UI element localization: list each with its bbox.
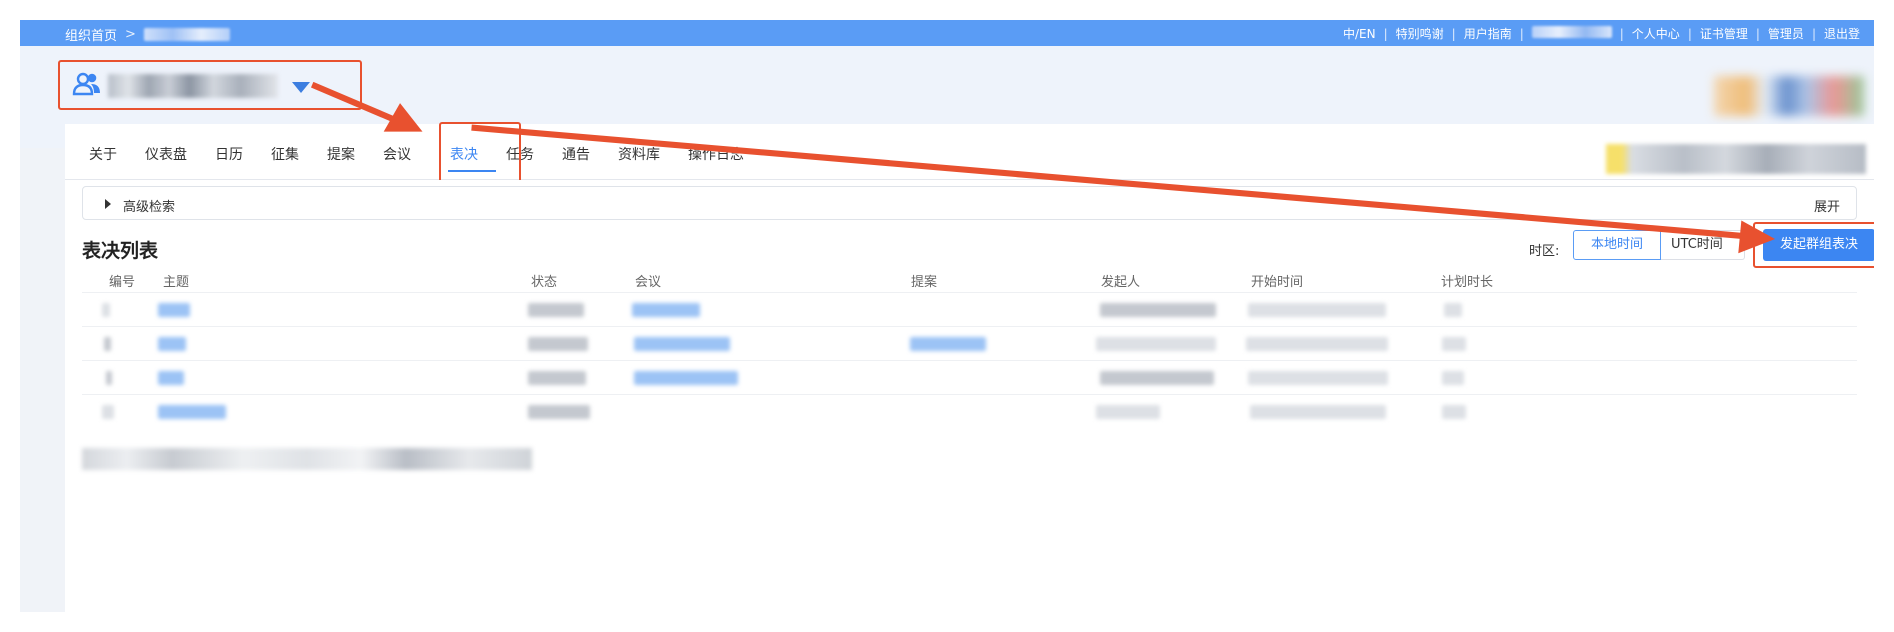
lang-switch[interactable]: 中/EN xyxy=(1335,25,1384,42)
expand-button[interactable]: 展开 xyxy=(1814,196,1840,215)
row-cell-blurred xyxy=(102,405,114,419)
top-bar: 组织首页 > 中/EN | 特别鸣谢 | 用户指南 | | 个人中心 | 证书管理 | 管… xyxy=(20,20,1874,46)
column-header: 会议 xyxy=(635,275,662,290)
advanced-search-label: 高级检索 xyxy=(123,200,176,215)
column-header: 发起人 xyxy=(1101,275,1141,290)
user-info-blurred xyxy=(1606,144,1866,174)
row-cell-blurred xyxy=(1100,303,1216,317)
breadcrumb-current-blurred xyxy=(143,28,230,41)
caret-down-icon[interactable] xyxy=(292,82,310,93)
org-logo-blurred xyxy=(1714,76,1864,116)
thanks-link[interactable]: 特别鸣谢 xyxy=(1388,25,1452,42)
top-links: 中/EN | 特别鸣谢 | 用户指南 | | 个人中心 | 证书管理 | 管理员 | 退出登 xyxy=(1335,25,1868,42)
row-cell-blurred xyxy=(1248,371,1388,385)
timezone-utc-button[interactable]: UTC时间 xyxy=(1661,230,1745,260)
org-name-blurred xyxy=(108,74,278,98)
tab-collect[interactable]: 征集 xyxy=(271,144,299,164)
row-link-blurred[interactable] xyxy=(158,303,190,317)
vote-panel: 高级检索 展开 表决列表 时区: 本地时间 UTC时间 发起群组表决 编号 主题… xyxy=(65,180,1874,612)
row-cell-blurred xyxy=(1096,337,1216,351)
row-cell-blurred xyxy=(528,337,588,351)
table-row[interactable] xyxy=(82,394,1857,428)
column-header: 状态 xyxy=(531,275,558,290)
tab-operation-log[interactable]: 操作日志 xyxy=(688,144,744,164)
tab-calendar[interactable]: 日历 xyxy=(215,144,243,164)
app-window: 组织首页 > 中/EN | 特别鸣谢 | 用户指南 | | 个人中心 | 证书管理 | 管… xyxy=(20,20,1874,612)
timezone-label: 时区: xyxy=(1529,244,1560,259)
advanced-search-bar[interactable]: 高级检索 展开 xyxy=(82,186,1857,220)
tab-dashboard[interactable]: 仪表盘 xyxy=(145,144,187,164)
tab-library[interactable]: 资料库 xyxy=(618,144,660,164)
row-cell-blurred xyxy=(1246,337,1388,351)
admin-link[interactable]: 管理员 xyxy=(1760,25,1812,42)
user-guide-link[interactable]: 用户指南 xyxy=(1456,25,1520,42)
row-cell-blurred xyxy=(102,303,110,317)
users-icon xyxy=(72,71,102,101)
username-blurred xyxy=(1524,26,1620,41)
row-cell-blurred xyxy=(528,405,590,419)
row-cell-blurred xyxy=(1442,371,1464,385)
breadcrumb-separator: > xyxy=(125,27,136,42)
org-selector[interactable] xyxy=(58,60,362,110)
row-cell-blurred xyxy=(1250,405,1386,419)
breadcrumb-home[interactable]: 组织首页 xyxy=(65,25,117,44)
row-link-blurred[interactable] xyxy=(158,337,186,351)
table-row[interactable] xyxy=(82,292,1857,326)
row-cell-blurred xyxy=(1444,303,1462,317)
row-cell-blurred xyxy=(528,303,584,317)
column-header: 主题 xyxy=(163,275,190,290)
triangle-right-icon xyxy=(105,199,111,209)
tab-bar: 关于 仪表盘 日历 征集 提案 会议 表决 任务 通告 资料库 操作日志 xyxy=(65,124,1874,180)
row-link-blurred[interactable] xyxy=(634,371,738,385)
column-header: 开始时间 xyxy=(1251,275,1304,290)
row-cell-blurred xyxy=(104,337,111,351)
table-row[interactable] xyxy=(82,326,1857,360)
row-link-blurred[interactable] xyxy=(158,371,184,385)
table-row[interactable] xyxy=(82,360,1857,394)
personal-center-link[interactable]: 个人中心 xyxy=(1624,25,1688,42)
list-title: 表决列表 xyxy=(82,240,159,262)
tab-proposals[interactable]: 提案 xyxy=(327,144,355,164)
tab-about[interactable]: 关于 xyxy=(89,144,117,164)
tab-notices[interactable]: 通告 xyxy=(562,144,590,164)
annotation-box-start-button xyxy=(1753,222,1874,268)
breadcrumb: 组织首页 > xyxy=(65,25,230,44)
row-link-blurred[interactable] xyxy=(634,337,730,351)
row-link-blurred[interactable] xyxy=(632,303,700,317)
row-cell-blurred xyxy=(1096,405,1160,419)
row-cell-blurred xyxy=(1248,303,1386,317)
row-link-blurred[interactable] xyxy=(158,405,226,419)
column-header: 编号 xyxy=(109,275,136,290)
tab-meetings[interactable]: 会议 xyxy=(383,144,411,164)
row-cell-blurred xyxy=(1442,337,1466,351)
row-cell-blurred xyxy=(528,371,586,385)
row-cell-blurred xyxy=(106,371,112,385)
logout-link[interactable]: 退出登 xyxy=(1816,25,1868,42)
pagination-blurred xyxy=(82,448,532,470)
row-link-blurred[interactable] xyxy=(910,337,986,351)
timezone-local-button[interactable]: 本地时间 xyxy=(1573,230,1661,260)
row-cell-blurred xyxy=(1100,371,1214,385)
column-header: 计划时长 xyxy=(1441,275,1494,290)
row-cell-blurred xyxy=(1442,405,1466,419)
cert-management-link[interactable]: 证书管理 xyxy=(1692,25,1756,42)
column-header: 提案 xyxy=(911,275,938,290)
